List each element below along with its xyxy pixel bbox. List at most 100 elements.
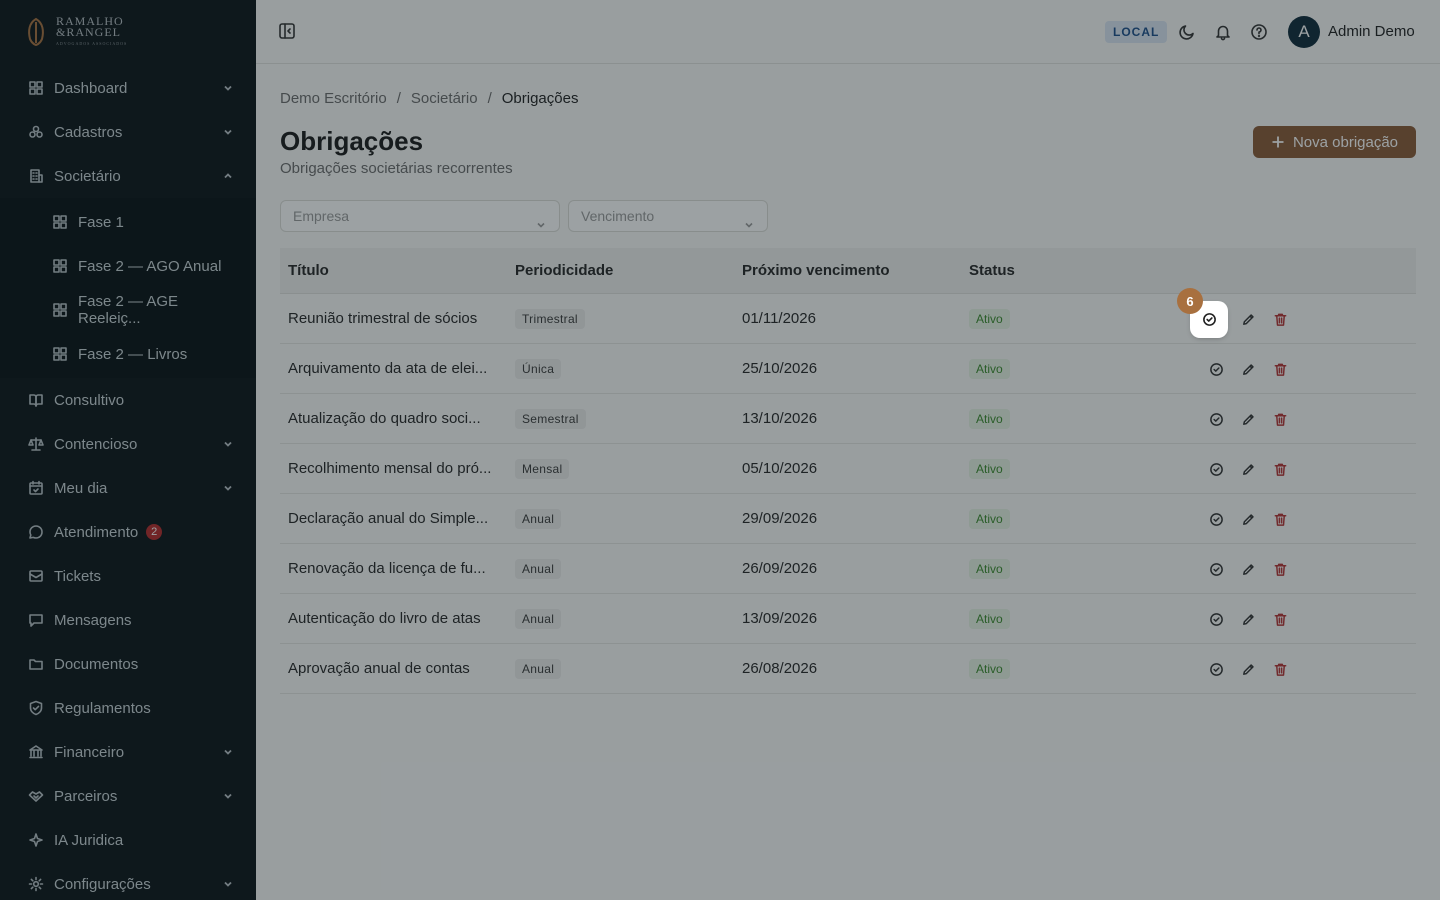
check-circle-icon: [1209, 362, 1223, 376]
table-row[interactable]: Reunião trimestral de sócios Trimestral 01…: [280, 294, 1416, 344]
sidebar-item-cadastros[interactable]: Cadastros: [0, 110, 256, 154]
help-icon[interactable]: [1250, 23, 1268, 41]
breadcrumb-item[interactable]: Societário: [411, 90, 478, 107]
complete-button[interactable]: [1207, 460, 1225, 478]
sidebar-subitem-fase-2-ago[interactable]: Fase 2 — AGO Anual: [0, 244, 256, 288]
sidebar-item-mensagens[interactable]: Mensagens: [0, 598, 256, 642]
cell-title: Arquivamento da ata de elei...: [288, 360, 488, 377]
due-date-select[interactable]: Vencimento: [568, 200, 768, 232]
sidebar-subitem-fase-2-livros[interactable]: Fase 2 — Livros: [0, 332, 256, 376]
cell-status: Ativo: [961, 308, 1188, 329]
chat-icon: [28, 524, 44, 540]
complete-button[interactable]: [1207, 410, 1225, 428]
table-header: Título Periodicidade Próximo vencimento …: [280, 248, 1416, 294]
cell-status: Ativo: [961, 608, 1188, 629]
table-row[interactable]: Autenticação do livro de atas Anual 13/09/…: [280, 594, 1416, 644]
delete-button[interactable]: [1271, 660, 1289, 678]
delete-button[interactable]: [1271, 310, 1289, 328]
sidebar-subitem-fase-2-age[interactable]: Fase 2 — AGE Reeleiç...: [0, 288, 256, 332]
cell-period: Anual: [507, 658, 734, 679]
cell-period: Semestral: [507, 408, 734, 429]
delete-button[interactable]: [1271, 510, 1289, 528]
sidebar-item-meu-dia[interactable]: Meu dia: [0, 466, 256, 510]
sidebar-item-societario[interactable]: Societário: [0, 154, 256, 198]
table-row[interactable]: Declaração anual do Simple... Anual 29/09/…: [280, 494, 1416, 544]
complete-button[interactable]: [1207, 510, 1225, 528]
cell-title: Autenticação do livro de atas: [288, 610, 481, 627]
complete-button[interactable]: [1207, 610, 1225, 628]
sidebar-item-contencioso[interactable]: Contencioso: [0, 422, 256, 466]
cell-period: Anual: [507, 508, 734, 529]
page-title: Obrigações: [280, 126, 424, 156]
delete-button[interactable]: [1271, 410, 1289, 428]
sidebar-toggle-icon[interactable]: [278, 22, 298, 42]
table-row[interactable]: Renovação da licença de fu... Anual 26/09/…: [280, 544, 1416, 594]
sidebar-item-ia-juridica[interactable]: IA Juridica: [0, 818, 256, 862]
table-row[interactable]: Aprovação anual de contas Anual 26/08/2026…: [280, 644, 1416, 694]
company-select[interactable]: Empresa: [280, 200, 560, 232]
delete-button[interactable]: [1271, 460, 1289, 478]
edit-button[interactable]: [1239, 510, 1257, 528]
edit-button[interactable]: [1239, 660, 1257, 678]
table-row[interactable]: Recolhimento mensal do pró... Mensal 05/10…: [280, 444, 1416, 494]
delete-button[interactable]: [1271, 360, 1289, 378]
scale-icon: [28, 436, 44, 452]
message-icon: [28, 612, 44, 628]
sidebar-item-regulamentos[interactable]: Regulamentos: [0, 686, 256, 730]
edit-button[interactable]: [1239, 410, 1257, 428]
bell-icon[interactable]: [1214, 23, 1232, 41]
new-obligation-button[interactable]: Nova obrigação: [1253, 126, 1416, 158]
delete-button[interactable]: [1271, 560, 1289, 578]
column-header-due[interactable]: Próximo vencimento: [734, 262, 961, 279]
dashboard-icon: [52, 302, 68, 318]
edit-button[interactable]: [1239, 360, 1257, 378]
sidebar-item-dashboard[interactable]: Dashboard: [0, 66, 256, 110]
cell-actions: [1188, 494, 1416, 543]
complete-button[interactable]: [1207, 560, 1225, 578]
dashboard-icon: [52, 258, 68, 274]
delete-button[interactable]: [1271, 610, 1289, 628]
period-pill: Semestral: [515, 408, 586, 429]
brand-line-3: ADVOGADOS ASSOCIADOS: [56, 40, 128, 46]
sidebar-item-tickets[interactable]: Tickets: [0, 554, 256, 598]
check-circle-icon: [1209, 462, 1223, 476]
sidebar-item-documentos[interactable]: Documentos: [0, 642, 256, 686]
table-row[interactable]: Atualização do quadro soci... Semestral 13…: [280, 394, 1416, 444]
column-header-period[interactable]: Periodicidade: [507, 262, 734, 279]
sidebar-item-atendimento[interactable]: Atendimento 2: [0, 510, 256, 554]
sidebar-item-label: Parceiros: [54, 787, 118, 805]
breadcrumb-item[interactable]: Demo Escritório: [280, 90, 387, 107]
cell-title: Recolhimento mensal do pró...: [288, 460, 492, 477]
sidebar-subitem-fase-1[interactable]: Fase 1: [0, 200, 256, 244]
edit-button[interactable]: [1239, 310, 1257, 328]
edit-button[interactable]: [1239, 460, 1257, 478]
gear-icon: [28, 876, 44, 892]
check-circle-icon: [1202, 313, 1216, 326]
moon-icon[interactable]: [1178, 23, 1196, 41]
edit-button[interactable]: [1239, 610, 1257, 628]
avatar[interactable]: A: [1288, 16, 1320, 48]
edit-button[interactable]: [1239, 560, 1257, 578]
notification-count-badge: 2: [146, 524, 163, 540]
cell-period: Trimestral: [507, 308, 734, 329]
cell-title: Atualização do quadro soci...: [288, 410, 481, 427]
calendar-icon: [28, 480, 44, 496]
brand-logo[interactable]: RAMALHO &RANGEL ADVOGADOS ASSOCIADOS: [0, 0, 256, 64]
dashboard-icon: [28, 80, 44, 96]
status-badge: Ativo: [969, 508, 1010, 529]
complete-button[interactable]: [1207, 660, 1225, 678]
user-name[interactable]: Admin Demo: [1328, 23, 1415, 40]
cell-status: Ativo: [961, 558, 1188, 579]
sidebar-item-configuracoes[interactable]: Configurações: [0, 862, 256, 900]
column-header-status[interactable]: Status: [961, 262, 1188, 279]
pencil-icon: [1242, 313, 1254, 325]
sidebar-item-parceiros[interactable]: Parceiros: [0, 774, 256, 818]
column-header-title[interactable]: Título: [280, 262, 507, 279]
cell-actions: [1188, 644, 1416, 693]
sidebar-item-consultivo[interactable]: Consultivo: [0, 378, 256, 422]
complete-button[interactable]: [1207, 360, 1225, 378]
pencil-icon: [1242, 563, 1254, 575]
sidebar-item-financeiro[interactable]: Financeiro: [0, 730, 256, 774]
breadcrumb-separator: /: [487, 90, 492, 107]
table-row[interactable]: Arquivamento da ata de elei... Única 25/10…: [280, 344, 1416, 394]
